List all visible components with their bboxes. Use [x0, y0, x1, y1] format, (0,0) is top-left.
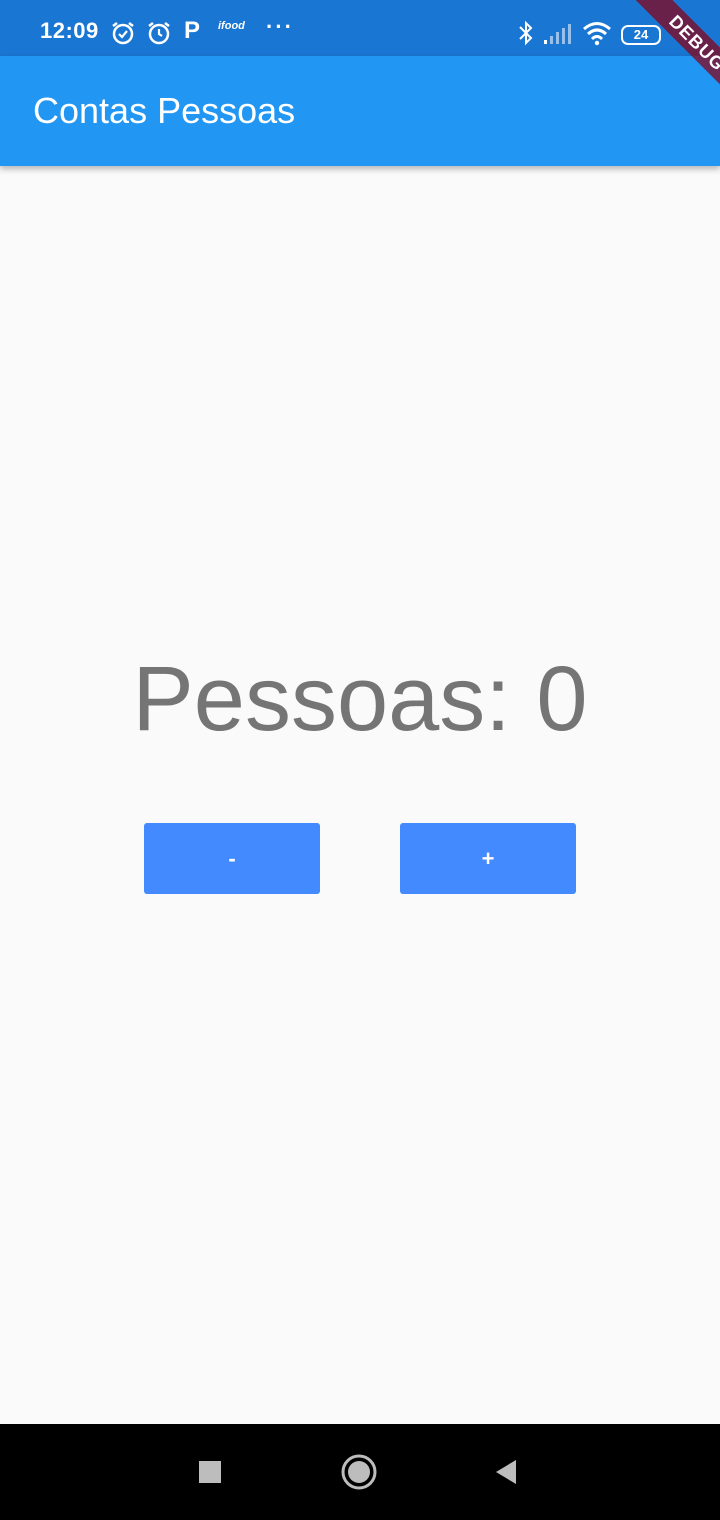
status-time: 12:09 [40, 18, 99, 43]
more-dots-icon: ··· [266, 14, 294, 39]
home-circle-icon[interactable] [339, 1452, 379, 1492]
recents-square-icon[interactable] [190, 1452, 230, 1492]
bluetooth-icon [517, 20, 535, 48]
ifood-icon: ifood [218, 20, 245, 32]
increment-button[interactable]: + [400, 823, 576, 894]
people-counter-text: Pessoas: 0 [132, 648, 588, 750]
alarm-icon [146, 20, 172, 48]
page-title: Contas Pessoas [33, 90, 296, 131]
back-triangle-icon[interactable] [486, 1452, 526, 1492]
decrement-button[interactable]: - [144, 823, 320, 894]
status-bar: 12:09 P ifood ··· 24 [0, 0, 720, 56]
battery-icon: 24 [621, 25, 661, 45]
p-app-icon: P [184, 17, 201, 44]
app-bar: Contas Pessoas [0, 56, 720, 166]
alarm-check-icon [110, 20, 136, 48]
signal-icon [542, 20, 572, 48]
app-screen: 12:09 P ifood ··· 24 DEBUG Contas Pessoa… [0, 0, 720, 1520]
navigation-bar [0, 1424, 720, 1520]
wifi-icon [582, 20, 612, 48]
